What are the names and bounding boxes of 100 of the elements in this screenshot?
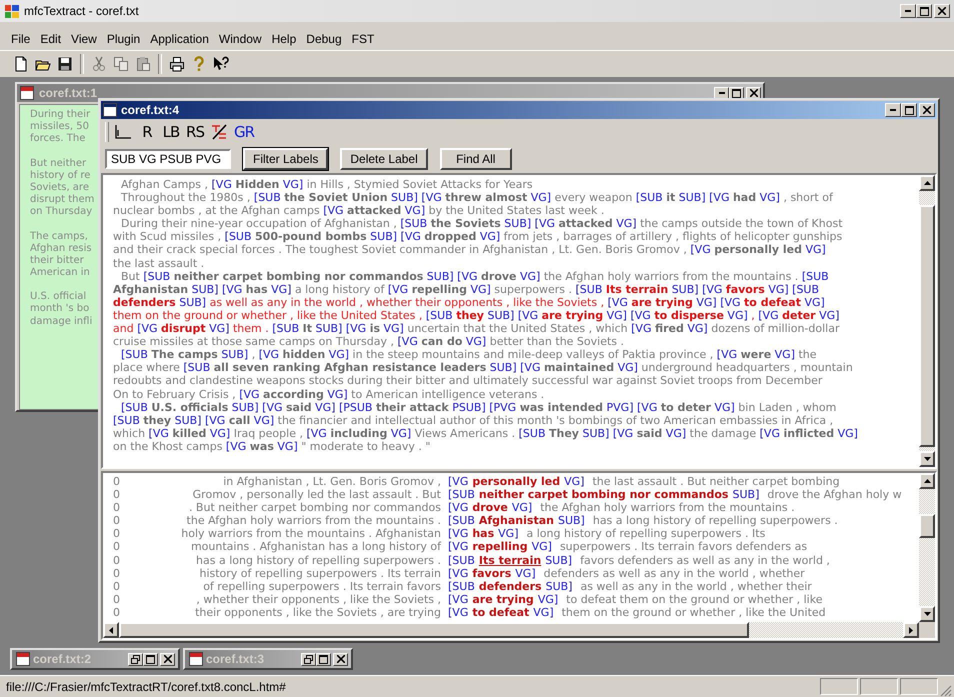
restore-button[interactable] [128,652,143,666]
maximize-button[interactable] [916,4,932,18]
pointer-help-icon [213,56,229,72]
minimize-button[interactable] [714,86,729,100]
tag-open: [SUB [448,488,475,502]
window-icon [103,103,117,117]
annotated-line: the last assault . [113,256,206,270]
vertical-scrollbar[interactable] [919,473,935,622]
close-icon [938,7,946,15]
tool-button[interactable]: LB [161,121,181,143]
close-button[interactable] [746,86,761,100]
tag-open: [VG [448,527,468,540]
menu-item[interactable]: View [66,32,102,46]
annotated-line: [SUB U.S. officials SUB] [VG said VG] [PSUB their attack PSUB] [PVG was intended PVG] [VG to deter VG] bin Laden , whom [120,400,838,414]
horizontal-scrollbar[interactable] [103,622,935,638]
menu-item[interactable]: Plugin [102,32,146,46]
left-arrow-icon [109,626,113,634]
annotated-line: redoubts and clandestine weapons stocks during their bitter and ultimately successful war against Soviet troops from December [113,374,824,388]
annotated-line: Afghanistan SUB] [VG has VG] a long history of [VG repelling VG] superpowers . [SUB Its terrain SUB] [VG favors VG] [SUB [113,282,820,296]
floppy-icon [57,56,73,72]
tag-close: VG] [538,592,558,606]
close-button[interactable] [934,4,950,18]
left-context: mountains . Afghanistan has a long history of [190,540,441,554]
menu-item[interactable]: FST [346,32,380,46]
restore-button[interactable] [301,652,316,666]
app-icon [4,3,20,19]
scroll-down-button[interactable] [919,451,935,467]
left-context: has a long history of repelling superpowers . [195,554,441,567]
close-button[interactable] [919,103,935,117]
scrollbar-track[interactable] [919,447,935,451]
scissors-icon [91,56,107,72]
scroll-up-button[interactable] [919,175,935,191]
push-button[interactable]: Find All [440,148,512,170]
minimize-icon [905,10,911,12]
text-line: But neither [30,158,86,169]
annotated-line: On to February Crisis , [VG according VG] to American intelligence veterans . [113,388,546,401]
close-icon [164,655,172,663]
tool-button[interactable]: R [137,121,157,143]
tag-close: VG] [564,475,584,488]
annotated-line: which [VG killed VG] Iraq people , [VG including VG] Views Americans . [SUB They SUB] [VG said VG] the damage [VG inflicted VG] [113,426,859,440]
close-icon [923,106,931,114]
count-cell-text: 0 [112,566,121,580]
scroll-right-button[interactable] [903,622,919,638]
count-cell-text: 0 [112,606,121,620]
menu-item[interactable]: Application [145,32,214,46]
annotated-line: defenders SUB] as well as any in the world , whether their opponents , like the Soviets , [VG are trying VG] [VG to defeat VG] [113,296,826,309]
label-filter-field[interactable]: SUB VG PSUB PVG [105,149,231,169]
scrollbar-thumb[interactable] [119,622,749,638]
close-button[interactable] [333,652,348,666]
annotated-line: During their nine-year occupation of Afghanistan , [SUB the Soviets SUB] [VG attacked VG] the camps outside the town of Khost [120,217,844,230]
minimize-button[interactable] [900,4,916,18]
count-cell-text: 0 [112,580,121,593]
close-icon [336,655,344,663]
scroll-up-button[interactable] [919,473,935,489]
minimize-button[interactable] [885,103,901,117]
text-line: damage infli [30,316,92,327]
new-file-icon [13,56,29,72]
status-panel [900,678,938,695]
corner-icon [114,124,132,140]
left-context: their opponents , like the Soviets , are trying [194,606,441,620]
tool-button[interactable]: RS [185,121,205,143]
text-line: The camps, [30,230,88,242]
copy-icon [113,56,129,72]
window-title: coref.txt:3 [206,652,264,666]
menu-item[interactable]: Window [214,32,267,46]
close-button[interactable] [160,652,175,666]
annotated-line: them on the ground or whether , like the United States , [SUB they SUB] [VG are trying VG] [VG to disperse VG] , [VG deter VG] [113,308,840,322]
keyword-link[interactable]: Its terrain [478,554,542,567]
maximize-button[interactable] [143,652,158,666]
right-context: has a long history of repelling superpowers . [592,514,838,528]
scrollbar-thumb[interactable] [919,205,935,447]
tag-close: SUB] [545,554,572,567]
left-context: the Afghan holy warriors from the mountains . [186,514,441,528]
tool-button[interactable]: GR [233,121,256,143]
left-context: , whether their opponents , like the Soviets , [195,592,441,606]
maximize-button[interactable] [316,652,331,666]
count-cell-text: 0 [112,475,121,488]
tag-close: VG] [498,527,518,540]
push-button[interactable]: Filter Labels [243,148,328,170]
vertical-scrollbar[interactable] [919,175,935,467]
menu-item[interactable]: File [6,32,36,46]
tag-close: VG] [512,501,532,514]
maximize-button[interactable] [901,103,917,117]
document-icon [15,651,31,667]
keyword: drove [472,501,508,514]
maximize-icon [319,654,328,664]
scrollbar-thumb[interactable] [919,514,935,538]
maximize-button[interactable] [729,86,744,100]
keyword: repelling [472,540,528,554]
scrollbar-track[interactable] [919,191,935,205]
push-button[interactable]: Delete Label [340,148,428,170]
scroll-down-button[interactable] [919,606,935,622]
maximize-icon [920,6,928,16]
left-context: . But neither carpet bombing nor commandos [188,501,441,514]
menu-item[interactable]: Edit [35,32,66,46]
text-line: disrupt them [30,194,94,206]
menu-item[interactable]: Debug [301,32,347,46]
scroll-left-button[interactable] [103,622,119,638]
menu-item[interactable]: Help [266,32,302,46]
left-context: Gromov , personally led the last assault . But [192,488,441,502]
